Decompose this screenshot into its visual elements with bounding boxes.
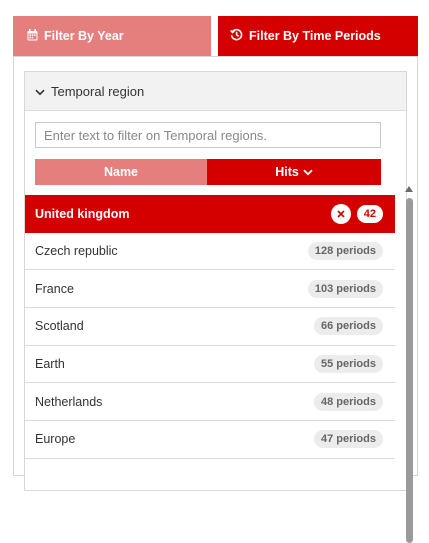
calendar-icon [27, 28, 44, 44]
tab-filter-by-year-label: Filter By Year [44, 29, 124, 43]
chevron-down-icon [35, 84, 51, 99]
sort-bar: Name Hits [35, 159, 381, 185]
history-icon [230, 28, 249, 44]
list-item[interactable]: Czech republic 128 periods [25, 232, 395, 271]
temporal-region-list: United kingdom 42 Czech republic 128 per… [25, 195, 395, 459]
temporal-region-filter-input[interactable] [35, 122, 381, 148]
hit-count-badge: 47 periods [313, 430, 383, 449]
hit-count-badge: 66 periods [313, 317, 383, 336]
tab-filter-by-time-periods-label: Filter By Time Periods [249, 29, 381, 43]
hit-count-badge: 55 periods [313, 355, 383, 374]
list-item[interactable]: France 103 periods [25, 270, 395, 309]
list-item-name: Netherlands [35, 394, 103, 409]
filter-panel: Temporal region Name Hits United kingdom [13, 56, 418, 543]
hit-count-badge: 48 periods [313, 392, 383, 411]
scroll-up-arrow-icon[interactable] [405, 186, 413, 192]
list-item-name: Scotland [35, 319, 84, 334]
hit-count-badge: 128 periods [307, 242, 383, 261]
list-item[interactable]: Earth 55 periods [25, 345, 395, 384]
list-item[interactable]: Scotland 66 periods [25, 308, 395, 346]
close-icon [337, 207, 345, 221]
sort-by-hits-button[interactable]: Hits [207, 159, 381, 185]
sort-by-name-button[interactable]: Name [35, 159, 207, 185]
hit-count-badge: 103 periods [307, 279, 383, 298]
list-item[interactable]: Europe 47 periods [25, 421, 395, 459]
clear-selection-button[interactable] [330, 203, 351, 224]
tab-filter-by-time-periods[interactable]: Filter By Time Periods [218, 16, 418, 56]
list-item-name: France [35, 281, 74, 296]
tab-filter-by-year[interactable]: Filter By Year [13, 16, 211, 56]
temporal-region-section: Temporal region Name Hits United kingdom [24, 71, 413, 543]
list-item[interactable]: Netherlands 48 periods [25, 383, 395, 422]
sort-by-hits-label: Hits [275, 165, 299, 179]
list-item-name: Europe [35, 432, 76, 447]
scrollbar-thumb[interactable] [406, 198, 413, 543]
section-header-temporal-region[interactable]: Temporal region [25, 72, 406, 111]
hit-count-badge: 42 [356, 204, 383, 223]
section-title: Temporal region [51, 83, 145, 99]
sort-by-name-label: Name [103, 165, 139, 179]
list-item-name: Earth [35, 357, 65, 372]
list-item-selected[interactable]: United kingdom 42 [25, 195, 395, 233]
list-item-name: Czech republic [35, 244, 118, 259]
chevron-down-icon [299, 165, 313, 179]
list-item-name: United kingdom [35, 206, 130, 221]
